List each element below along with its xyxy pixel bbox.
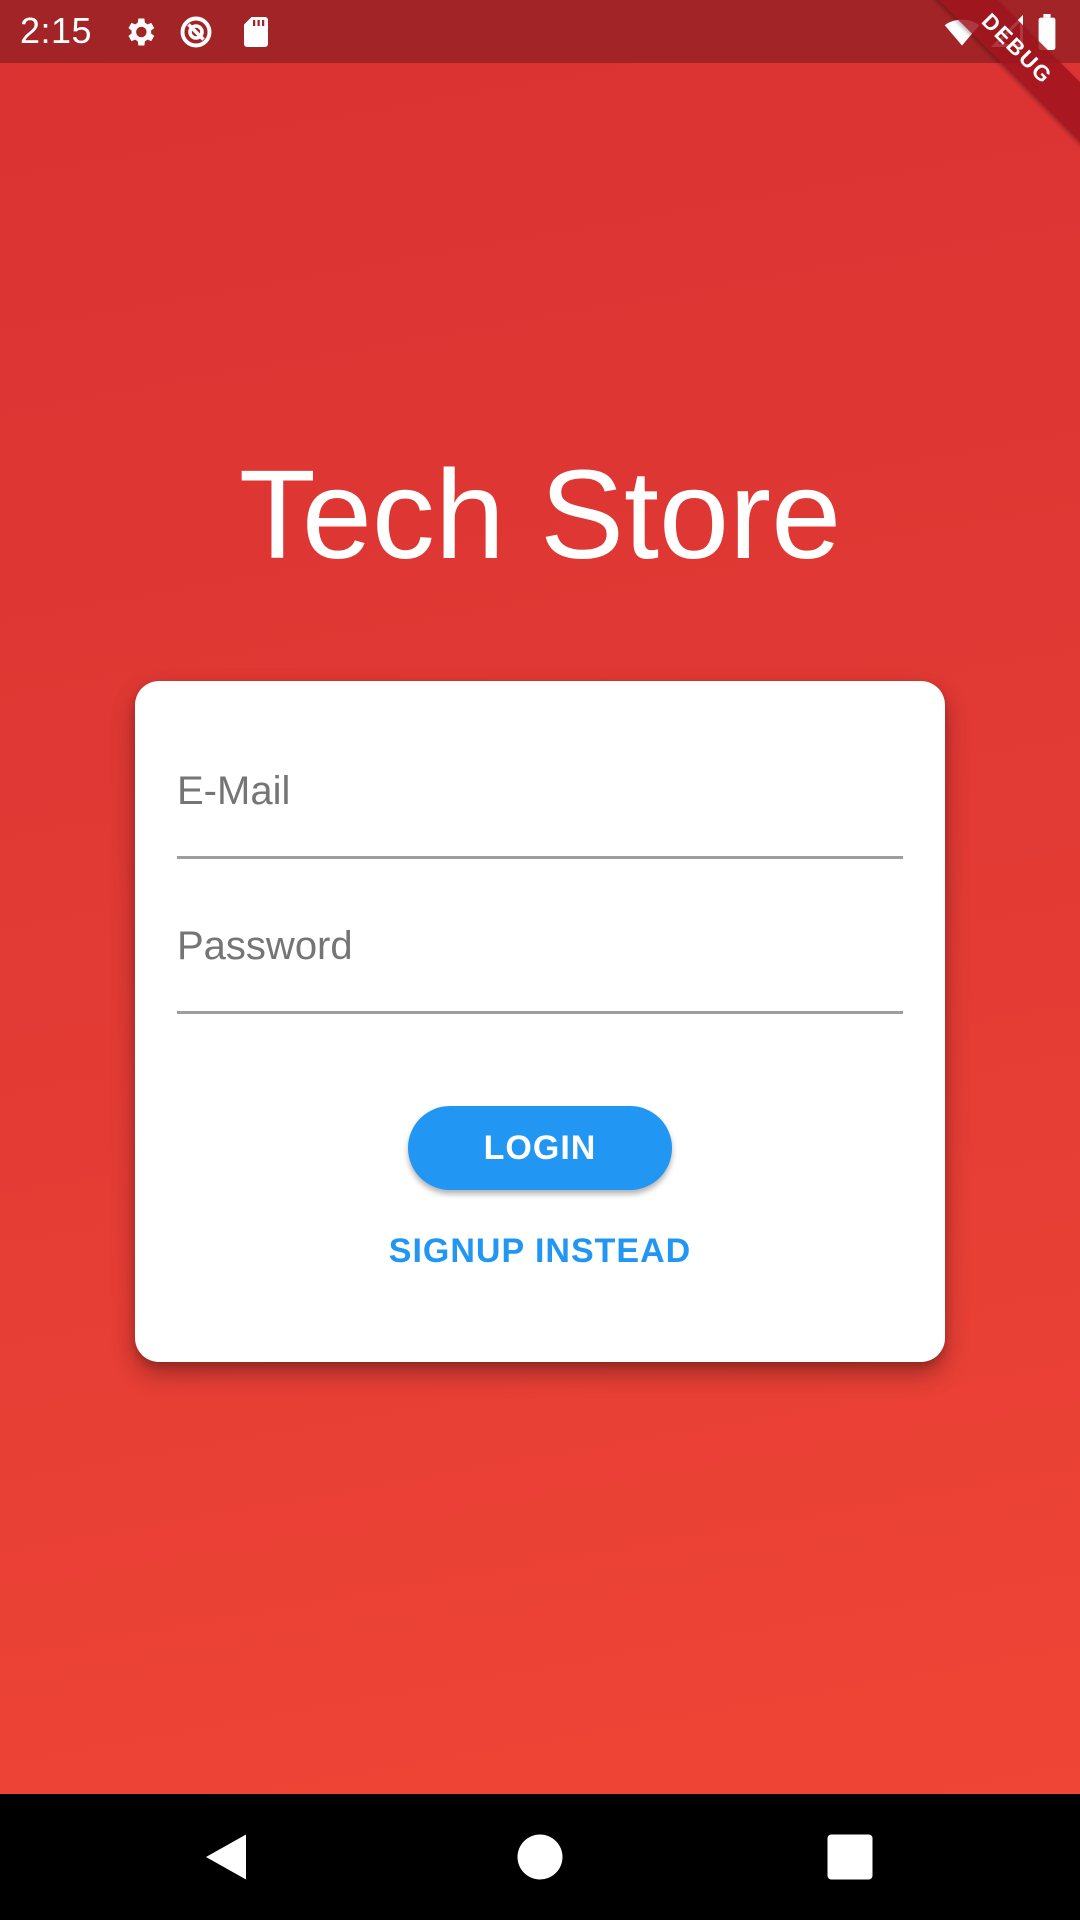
status-time: 2:15 — [20, 10, 93, 51]
gear-icon — [122, 14, 158, 50]
password-label: Password — [177, 924, 353, 968]
app-title: Tech Store — [238, 444, 842, 585]
login-button[interactable]: LOGIN — [408, 1106, 672, 1190]
sync-icon — [178, 14, 214, 50]
navigation-bar — [0, 1794, 1080, 1920]
email-field[interactable]: E-Mail — [177, 766, 903, 859]
recents-icon[interactable] — [820, 1827, 880, 1887]
screen: 2:15 DEBUG Tech Store E-Mail Password LO… — [0, 0, 1080, 1920]
signup-instead-button[interactable]: SIGNUP INSTEAD — [330, 1221, 750, 1281]
back-icon[interactable] — [196, 1827, 256, 1887]
status-bar: 2:15 — [0, 0, 1080, 63]
login-card: E-Mail Password LOGIN SIGNUP INSTEAD — [135, 681, 945, 1362]
sd-card-icon — [238, 14, 274, 50]
email-label: E-Mail — [177, 769, 291, 813]
password-field[interactable]: Password — [177, 921, 903, 1014]
home-icon[interactable] — [510, 1827, 570, 1887]
